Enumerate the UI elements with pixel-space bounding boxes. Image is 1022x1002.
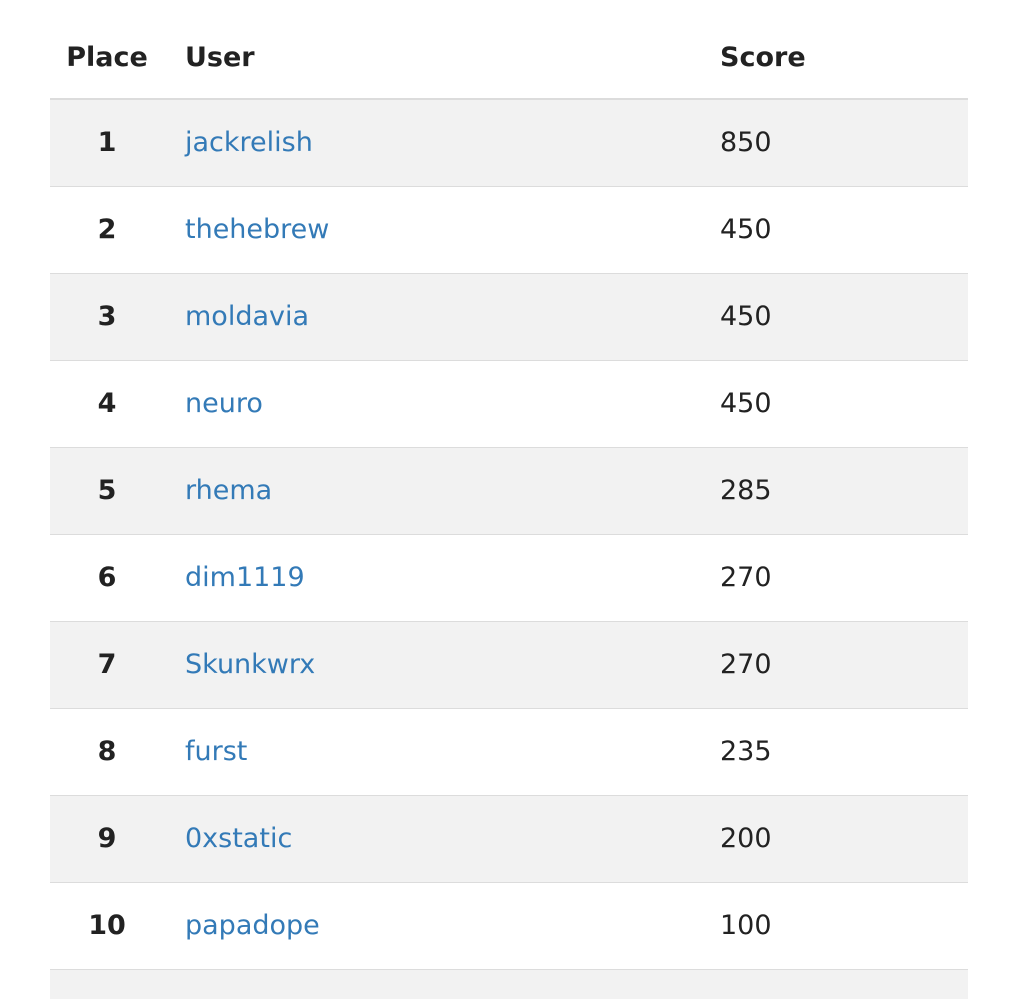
place-cell: 1 [97, 127, 117, 158]
table-row: 4 neuro 450 [50, 361, 968, 448]
place-column-header: Place [66, 42, 148, 73]
user-link[interactable]: rhema [185, 448, 272, 534]
user-link[interactable]: thehebrew [185, 187, 329, 273]
place-cell: 10 [88, 910, 126, 941]
table-row: 7 Skunkwrx 270 [50, 622, 968, 709]
score-cell: 450 [720, 388, 772, 419]
place-cell: 3 [97, 301, 117, 332]
score-cell: 100 [720, 910, 772, 941]
score-cell: 200 [720, 823, 772, 854]
user-column-header: User [185, 42, 255, 73]
user-link[interactable]: jackrelish [185, 100, 313, 186]
table-row: 2 thehebrew 450 [50, 187, 968, 274]
score-cell: 450 [720, 214, 772, 245]
score-cell: 270 [720, 649, 772, 680]
score-cell: 450 [720, 301, 772, 332]
table-row: 3 moldavia 450 [50, 274, 968, 361]
score-column-header: Score [720, 42, 806, 73]
table-row: 5 rhema 285 [50, 448, 968, 535]
table-header: Place User Score [50, 14, 968, 100]
score-cell: 235 [720, 736, 772, 767]
user-link[interactable]: dim1119 [185, 535, 305, 621]
user-link[interactable]: furst [185, 709, 247, 795]
table-row: 6 dim1119 270 [50, 535, 968, 622]
score-cell: 850 [720, 127, 772, 158]
user-link[interactable]: Skunkwrx [185, 622, 315, 708]
leaderboard-table: Place User Score 1 jackrelish 850 2 theh… [50, 14, 968, 999]
place-cell: 9 [97, 823, 117, 854]
place-cell: 8 [97, 736, 117, 767]
user-link[interactable]: moldavia [185, 274, 309, 360]
score-cell: 285 [720, 475, 772, 506]
table-row: 8 furst 235 [50, 709, 968, 796]
place-cell: 7 [97, 649, 117, 680]
place-cell: 6 [97, 562, 117, 593]
user-link[interactable]: papadope [185, 883, 320, 969]
user-link[interactable]: neuro [185, 361, 263, 447]
table-row: 10 papadope 100 [50, 883, 968, 970]
score-cell: 270 [720, 562, 772, 593]
table-row: 1 jackrelish 850 [50, 100, 968, 187]
place-cell: 5 [97, 475, 117, 506]
table-row: 9 0xstatic 200 [50, 796, 968, 883]
place-cell: 2 [97, 214, 117, 245]
place-cell: 4 [97, 388, 117, 419]
table-row-partial [50, 970, 968, 999]
user-link[interactable]: 0xstatic [185, 796, 292, 882]
